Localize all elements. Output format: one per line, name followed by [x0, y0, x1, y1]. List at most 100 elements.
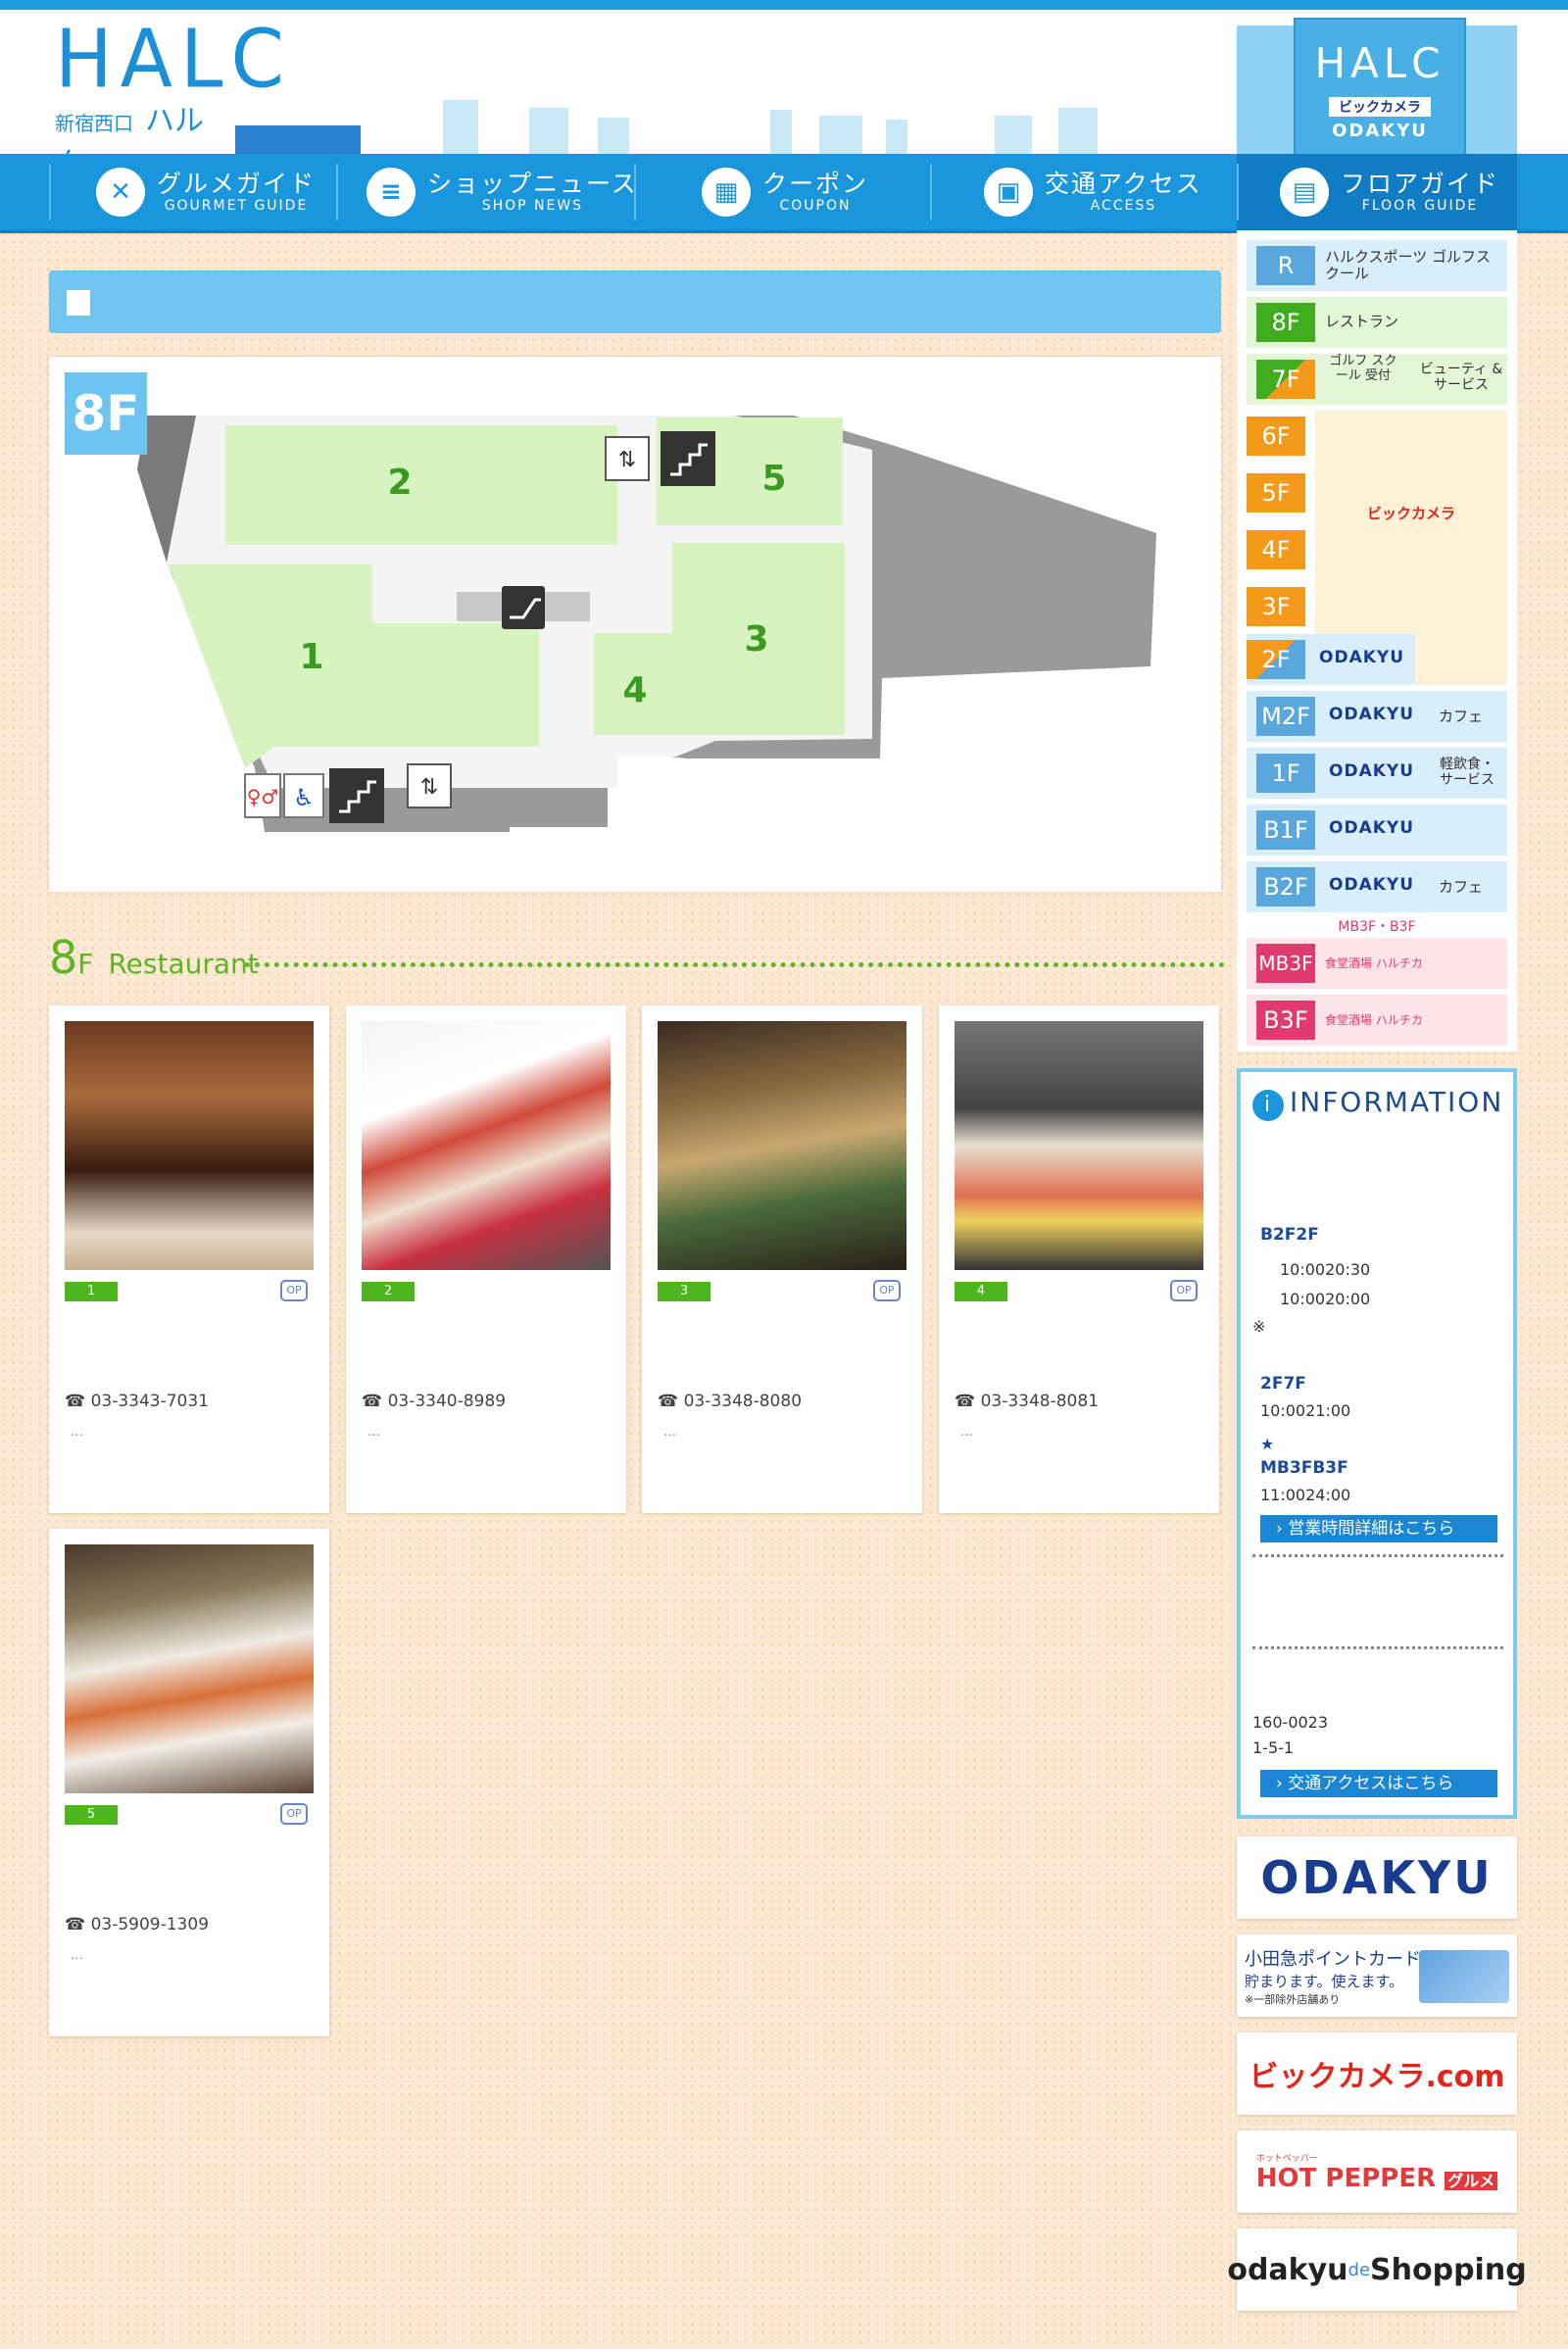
map-label-4: 4 — [622, 670, 647, 710]
information-title: i INFORMATION — [1252, 1086, 1503, 1121]
shop-card[interactable]: 1 OP ☎ 03-3343-7031 … — [49, 1005, 329, 1513]
biccamera-logo: ビックカメラ.com — [1249, 2060, 1505, 2094]
floor-badge[interactable]: 4F — [1247, 530, 1305, 569]
shop-card[interactable]: 2 ☎ 03-3340-8989 … — [346, 1005, 626, 1513]
floor-badge[interactable]: 5F — [1247, 473, 1305, 513]
floor-row-r[interactable]: R ハルクスポーツ ゴルフスクール — [1247, 240, 1507, 291]
odakyu-shopping-banner[interactable]: odakyu de Shopping — [1227, 2228, 1527, 2311]
floor-row-b3f[interactable]: B3F 食堂酒場 ハルチカ — [1247, 995, 1507, 1046]
hours-detail-button[interactable]: › 営業時間詳細はこちら — [1260, 1515, 1497, 1542]
odakyu-banner[interactable]: ODAKYU — [1237, 1836, 1517, 1919]
hours-b2f-line2: 10:0020:00 — [1280, 1290, 1371, 1308]
hotpepper-banner[interactable]: ホットペッパー HOT PEPPER グルメ — [1237, 2130, 1517, 2213]
floor-badge: B1F — [1256, 810, 1315, 850]
postal-code: 160-0023 — [1252, 1713, 1329, 1732]
building-side — [1237, 25, 1296, 154]
nav-gourmet-guide[interactable]: ✕ グルメガイド GOURMET GUIDE — [96, 154, 316, 230]
map-label-2: 2 — [387, 463, 412, 503]
biccamera-banner[interactable]: ビックカメラ.com — [1237, 2032, 1517, 2115]
biccamera-logo: ビックカメラ — [1366, 505, 1455, 522]
nav-label: クーポン — [762, 170, 869, 198]
nav-coupon[interactable]: ▦ クーポン COUPON — [702, 154, 868, 230]
shop-photo[interactable] — [955, 1021, 1203, 1270]
map-label-3: 3 — [744, 619, 768, 660]
floor-badge[interactable]: 3F — [1247, 587, 1305, 626]
floor-row-7f[interactable]: 7F ゴルフ スクール 受付 ビューティ &サービス — [1247, 354, 1507, 405]
nav-separator — [930, 164, 932, 220]
fork-knife-icon: ✕ — [96, 168, 145, 217]
floor-label: ハルクスポーツ ゴルフスクール — [1325, 248, 1492, 282]
information-box: i INFORMATION B2F2F 10:0020:30 10:0020:00… — [1237, 1068, 1517, 1819]
section-floor-suffix: F — [77, 948, 94, 980]
hotpepper-text: HOT PEPPER — [1255, 2163, 1437, 2193]
floor-row-b2f[interactable]: B2F ODAKYU カフェ — [1247, 861, 1507, 912]
floor-badge: B2F — [1256, 867, 1315, 906]
nav-label: 交通アクセス — [1045, 170, 1202, 198]
floor-row-mb3f[interactable]: MB3F 食堂酒場 ハルチカ — [1247, 938, 1507, 989]
op-card-icon: OP — [873, 1280, 901, 1301]
floor-badge: M2F — [1256, 697, 1315, 736]
access-button[interactable]: › 交通アクセスはこちら — [1260, 1770, 1497, 1797]
nav-access[interactable]: ▣ 交通アクセス ACCESS — [984, 154, 1202, 230]
odakyu-logo: ODAKYU — [1329, 818, 1415, 838]
floor-row-m2f[interactable]: M2F ODAKYU カフェ — [1247, 691, 1507, 742]
hours-mb3f-label: MB3FB3F — [1260, 1458, 1348, 1478]
logo-main: HALC — [55, 13, 292, 107]
nav-shop-news[interactable]: ≡ ショップニュース SHOP NEWS — [367, 154, 638, 230]
escalator-icon — [502, 586, 545, 629]
shop-number: 1 — [65, 1282, 118, 1301]
floor-badge: MB3F — [1256, 944, 1315, 983]
hours-2f7f-value: 10:0021:00 — [1260, 1401, 1351, 1420]
shop-card[interactable]: 4 OP ☎ 03-3348-8081 … — [939, 1005, 1219, 1513]
page-title-bar — [49, 270, 1221, 333]
shop-photo[interactable] — [362, 1021, 611, 1270]
shop-photo[interactable] — [658, 1021, 906, 1270]
odakyu-shopping-b: de — [1348, 2259, 1371, 2280]
restroom-symbol: ♀♂ — [247, 785, 279, 808]
skyline-building — [443, 100, 478, 155]
stairs-icon — [661, 431, 715, 486]
hours-detail-button-label: 営業時間詳細はこちら — [1288, 1519, 1455, 1539]
floor-label: カフェ — [1439, 708, 1484, 725]
nav-separator — [49, 164, 51, 220]
shop-phone: ☎ 03-5909-1309 — [65, 1915, 210, 1934]
shop-card[interactable]: 3 OP ☎ 03-3348-8080 … — [642, 1005, 922, 1513]
halc-logo[interactable]: HALC 新宿西口ハルク — [55, 13, 292, 181]
floor-row-1f[interactable]: 1F ODAKYU 軽飲食・ サービス — [1247, 748, 1507, 799]
floor-label: レストラン — [1325, 313, 1399, 330]
shop-more: … — [663, 1425, 676, 1440]
document-icon: ≡ — [367, 168, 416, 217]
section-label: Restaurant — [108, 948, 259, 980]
odakyu-logo: ODAKYU — [1329, 705, 1415, 724]
floor-badge: 1F — [1256, 754, 1315, 793]
nav-floor-guide[interactable]: ▤ フロアガイド FLOOR GUIDE — [1280, 154, 1499, 230]
halc-building-illustration: HALC ビックカメラ ODAKYU — [1294, 18, 1466, 159]
floor-divider: MB3F・B3F — [1338, 919, 1416, 935]
floor-row-2f[interactable]: 2F ODAKYU — [1247, 634, 1415, 685]
floor-row-b1f[interactable]: B1F ODAKYU — [1247, 805, 1507, 856]
floor-label: 軽飲食・ サービス — [1440, 757, 1494, 788]
hotpepper-gourmet: グルメ — [1445, 2171, 1498, 2190]
point-card-banner[interactable]: 小田急ポイントカード 貯まります。使えます。 ※一部除外店舗あり — [1237, 1934, 1517, 2017]
point-card-text: 小田急ポイントカード 貯まります。使えます。 ※一部除外店舗あり — [1237, 1945, 1421, 2007]
train-illustration — [235, 125, 361, 155]
op-card-icon: OP — [280, 1803, 308, 1825]
wheelchair-symbol: ♿ — [293, 784, 315, 811]
odakyu-logo: ODAKYU — [1329, 875, 1415, 895]
shop-photo[interactable] — [65, 1021, 314, 1270]
map-label-5: 5 — [761, 459, 786, 499]
op-card-icon: OP — [280, 1280, 308, 1301]
floor-badge[interactable]: 6F — [1247, 416, 1305, 456]
odakyu-shopping-a: odakyu — [1227, 2252, 1348, 2287]
map-area-2[interactable] — [225, 425, 617, 545]
point-card-line2: 貯まります。使えます。 — [1245, 1972, 1404, 1990]
shop-number: 3 — [658, 1282, 710, 1301]
shop-card[interactable]: 5 OP ☎ 03-5909-1309 … — [49, 1529, 329, 2036]
shop-more: … — [71, 1948, 83, 1963]
shop-photo[interactable] — [65, 1544, 314, 1793]
floor-label: カフェ — [1439, 878, 1484, 896]
building-icon: ▤ — [1280, 168, 1329, 217]
hours-2f7f-label: 2F7F — [1260, 1374, 1306, 1394]
floor-row-8f[interactable]: 8F レストラン — [1247, 297, 1507, 348]
nav-label: グルメガイド — [157, 170, 317, 198]
